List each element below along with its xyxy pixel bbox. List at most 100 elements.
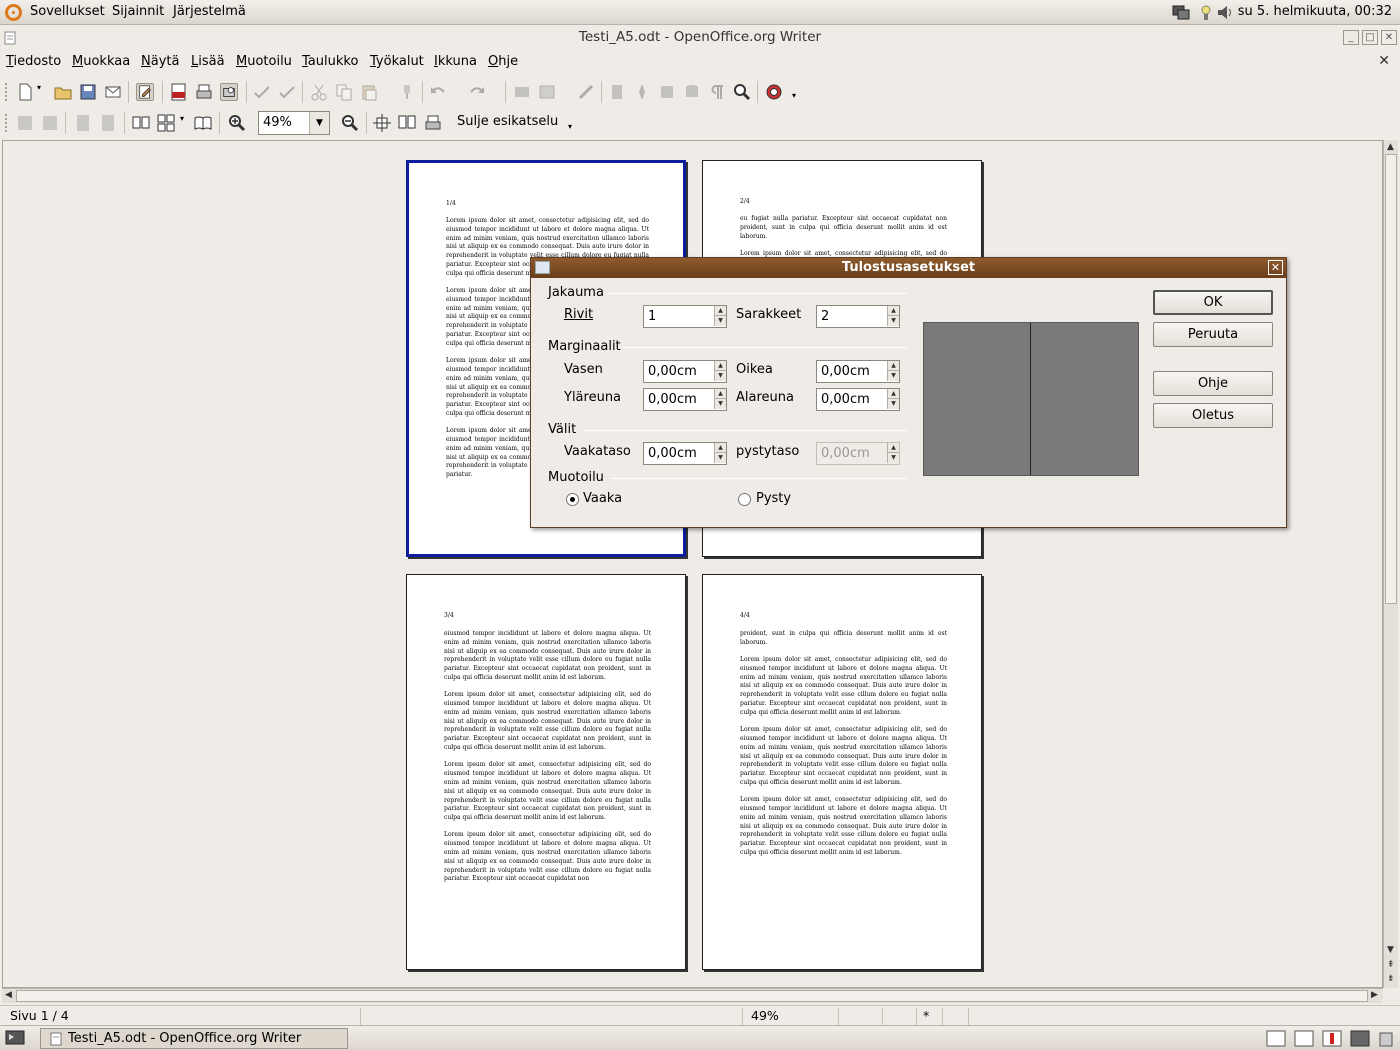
undo-icon[interactable] — [429, 83, 447, 101]
toolbar-options-icon[interactable]: ▾ — [568, 122, 576, 140]
rows-spinbox[interactable]: ▲ ▼ — [643, 305, 727, 328]
print-page-view-icon[interactable] — [424, 114, 442, 132]
page-preview-icon[interactable] — [220, 83, 238, 101]
left-margin-spinbox[interactable]: ▲ ▼ — [643, 360, 727, 383]
menu-window[interactable]: Ikkuna — [434, 54, 477, 69]
full-screen-icon[interactable] — [373, 114, 391, 132]
menu-insert[interactable]: Lisää — [191, 54, 225, 69]
spin-down-icon[interactable]: ▼ — [714, 453, 726, 463]
scroll-left-icon[interactable]: ◀ — [5, 990, 12, 1000]
menu-edit[interactable]: Muokkaa — [72, 54, 130, 69]
copy-icon[interactable] — [335, 83, 353, 101]
help-lifebuoy-icon[interactable] — [765, 83, 783, 101]
maximize-button[interactable]: □ — [1362, 30, 1378, 45]
workspace-4-icon[interactable] — [1350, 1030, 1370, 1047]
find-replace-icon[interactable] — [608, 83, 626, 101]
next-page-icon[interactable] — [41, 114, 59, 132]
document-modified-indicator[interactable]: * — [916, 1008, 940, 1025]
menu-tools[interactable]: Työkalut — [370, 54, 424, 69]
zoom-combobox[interactable]: 49% ▼ — [258, 111, 330, 135]
dialog-close-icon[interactable]: ✕ — [1268, 260, 1283, 275]
power-icon[interactable] — [1197, 4, 1215, 21]
right-margin-input[interactable] — [818, 362, 887, 381]
rows-input[interactable] — [645, 307, 714, 326]
show-desktop-icon[interactable] — [5, 1030, 25, 1046]
spin-up-icon[interactable]: ▲ — [714, 306, 726, 316]
portrait-radio[interactable] — [738, 493, 751, 506]
workspace-1-icon[interactable] — [1266, 1030, 1286, 1047]
chevron-down-icon[interactable]: ▼ — [309, 112, 329, 134]
spin-down-icon[interactable]: ▼ — [887, 371, 899, 381]
cancel-button[interactable]: Peruuta — [1153, 322, 1273, 347]
close-preview-button[interactable]: Sulje esikatselu — [457, 114, 558, 129]
spin-down-icon[interactable]: ▼ — [714, 371, 726, 381]
cut-icon[interactable] — [310, 83, 328, 101]
menu-format[interactable]: Muotoilu — [236, 54, 292, 69]
toolbar-handle[interactable] — [5, 83, 11, 101]
workspace-3-icon[interactable] — [1322, 1030, 1342, 1047]
panel-menu-system[interactable]: Järjestelmä — [173, 4, 246, 19]
signature-cell[interactable] — [942, 1008, 966, 1025]
selection-mode-cell[interactable] — [882, 1008, 916, 1025]
spin-down-icon[interactable]: ▼ — [714, 399, 726, 409]
to-document-end-icon[interactable] — [99, 114, 117, 132]
network-monitor-icon[interactable] — [1172, 4, 1190, 21]
spin-down-icon[interactable]: ▼ — [887, 399, 899, 409]
draw-functions-icon[interactable] — [577, 83, 595, 101]
new-document-icon[interactable] — [16, 83, 34, 101]
portrait-label[interactable]: Pysty — [756, 491, 791, 506]
email-icon[interactable] — [104, 83, 122, 101]
menu-file[interactable]: Tiedosto — [6, 54, 61, 69]
columns-spinbox[interactable]: ▲ ▼ — [816, 305, 900, 328]
horizontal-spacing-input[interactable] — [645, 444, 714, 463]
top-margin-spinbox[interactable]: ▲ ▼ — [643, 388, 727, 411]
zoom-out-icon[interactable] — [341, 114, 359, 132]
book-preview-icon[interactable] — [194, 114, 212, 132]
workspace-2-icon[interactable] — [1294, 1030, 1314, 1047]
open-folder-icon[interactable] — [54, 83, 72, 101]
left-margin-input[interactable] — [645, 362, 714, 381]
ok-button[interactable]: OK — [1153, 290, 1273, 315]
scroll-right-icon[interactable]: ▶ — [1371, 990, 1378, 1000]
insert-mode-cell[interactable] — [838, 1008, 882, 1025]
two-pages-icon[interactable] — [132, 114, 150, 132]
bottom-margin-spinbox[interactable]: ▲ ▼ — [816, 388, 900, 411]
menu-help[interactable]: Ohje — [488, 54, 518, 69]
horizontal-spacing-spinbox[interactable]: ▲ ▼ — [643, 442, 727, 465]
volume-icon[interactable] — [1216, 4, 1234, 21]
landscape-radio[interactable] — [566, 493, 579, 506]
preview-page-3[interactable]: 3/4 eiusmod tempor incididunt ut labore … — [406, 574, 686, 970]
scroll-down-icon[interactable]: ▼ — [1387, 945, 1394, 955]
previous-page-arrow-icon[interactable]: ⇞ — [1387, 960, 1395, 970]
multiple-pages-dropdown-icon[interactable]: ▾ — [180, 114, 188, 132]
menu-table[interactable]: Taulukko — [302, 54, 358, 69]
zoom-magnifier-icon[interactable] — [733, 83, 751, 101]
spin-up-icon[interactable]: ▲ — [714, 361, 726, 371]
preview-page-4[interactable]: 4/4 proident, sunt in culpa qui officia … — [702, 574, 982, 970]
columns-input[interactable] — [818, 307, 887, 326]
navigator-icon[interactable] — [633, 83, 651, 101]
export-pdf-icon[interactable] — [170, 83, 188, 101]
menu-view[interactable]: Näytä — [141, 54, 179, 69]
multiple-pages-icon[interactable] — [157, 114, 175, 132]
page-indicator[interactable]: Sivu 1 / 4 — [4, 1008, 360, 1025]
zoom-indicator[interactable]: 49% — [742, 1008, 834, 1025]
save-icon[interactable] — [79, 83, 97, 101]
spin-down-icon[interactable]: ▼ — [714, 316, 726, 326]
close-document-icon[interactable]: ✕ — [1378, 53, 1390, 69]
ubuntu-logo-icon[interactable] — [5, 4, 22, 21]
landscape-label[interactable]: Vaaka — [583, 491, 622, 506]
new-dropdown-icon[interactable]: ▾ — [37, 83, 45, 101]
panel-menu-applications[interactable]: Sovellukset — [30, 4, 105, 19]
nonprinting-chars-icon[interactable] — [708, 83, 726, 101]
next-page-arrow-icon[interactable]: ⇟ — [1387, 974, 1395, 984]
format-paintbrush-icon[interactable] — [398, 83, 416, 101]
edit-mode-icon[interactable] — [136, 83, 154, 101]
top-margin-input[interactable] — [645, 390, 714, 409]
right-margin-spinbox[interactable]: ▲ ▼ — [816, 360, 900, 383]
autospellcheck-icon[interactable] — [278, 83, 296, 101]
toolbar-handle[interactable] — [5, 114, 11, 132]
toolbar-options-icon[interactable]: ▾ — [792, 91, 800, 109]
horizontal-scroll-thumb[interactable] — [16, 990, 1368, 1002]
redo-icon[interactable] — [468, 83, 486, 101]
